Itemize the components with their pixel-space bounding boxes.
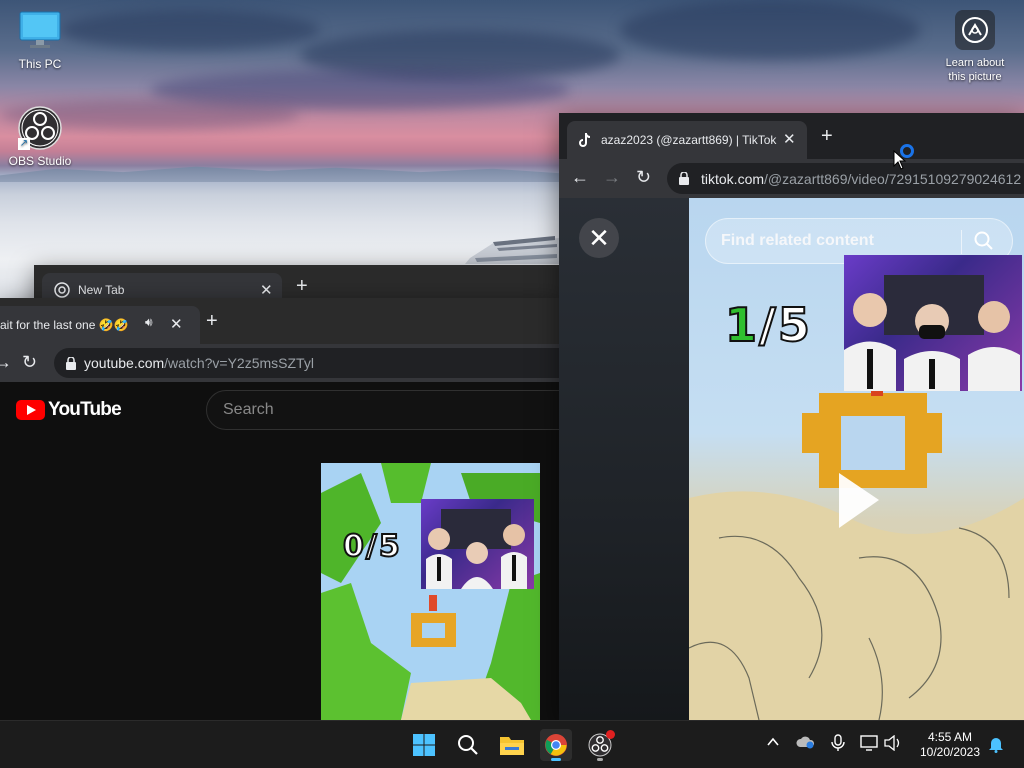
address-bar[interactable]: youtube.com/watch?v=Y2z5msSZTyl bbox=[54, 348, 560, 378]
running-indicator bbox=[597, 758, 603, 761]
system-clock[interactable]: 4:55 AM 10/20/2023 bbox=[912, 730, 988, 760]
mountains bbox=[0, 166, 560, 182]
chrome-window-youtube[interactable]: ait for the last one 🤣🤣 🔊︎ ✕ + → ↻ youtu… bbox=[0, 298, 560, 720]
tiktok-icon bbox=[579, 133, 591, 147]
forward-icon[interactable]: → bbox=[603, 167, 621, 188]
facecam-overlay bbox=[421, 499, 534, 589]
tab-title: azaz2023 (@zazartt869) | TikTok bbox=[601, 133, 777, 147]
lock-icon bbox=[66, 356, 76, 370]
youtube-header: YouTube Search bbox=[0, 382, 560, 438]
speaker-icon[interactable]: 🔊︎ bbox=[145, 315, 153, 330]
reload-icon[interactable]: ↻ bbox=[636, 167, 651, 188]
taskbar: 4:55 AM 10/20/2023 bbox=[0, 720, 1024, 768]
notification-bell-icon[interactable] bbox=[988, 735, 1004, 756]
desktop-icon-label: OBS Studio bbox=[8, 154, 72, 168]
desktop-icon-this-pc[interactable]: This PC bbox=[0, 10, 80, 71]
url-path: /watch?v=Y2z5msSZTyl bbox=[164, 355, 314, 371]
toolbar: → ↻ youtube.com/watch?v=Y2z5msSZTyl bbox=[0, 344, 560, 382]
search-placeholder: Search bbox=[223, 401, 274, 418]
pier-image bbox=[465, 236, 560, 264]
lock-icon bbox=[679, 172, 689, 185]
youtube-search-input[interactable]: Search bbox=[206, 390, 560, 430]
youtube-logo[interactable]: YouTube bbox=[16, 399, 122, 421]
close-tab-button[interactable]: ✕ bbox=[783, 130, 796, 148]
learn-about-picture[interactable]: Learn about this picture bbox=[940, 10, 1010, 84]
mouse-cursor-icon bbox=[893, 150, 907, 170]
clock-time: 4:55 AM bbox=[927, 730, 973, 744]
learn-about-label: Learn about this picture bbox=[945, 57, 1005, 83]
chrome-icon bbox=[545, 734, 567, 756]
video-counter: 0/5 bbox=[342, 528, 402, 565]
volume-icon[interactable] bbox=[884, 734, 902, 754]
start-button[interactable] bbox=[408, 729, 440, 761]
obs-icon: ↗ bbox=[18, 106, 62, 150]
reload-icon[interactable]: ↻ bbox=[22, 352, 37, 373]
network-icon[interactable] bbox=[860, 735, 878, 754]
tiktok-video-player[interactable]: Find related content 1/5 bbox=[689, 198, 1024, 720]
chevron-up-icon[interactable] bbox=[766, 735, 780, 752]
windows-icon bbox=[413, 734, 435, 756]
tab-strip: azaz2023 (@zazartt869) | TikTok ✕ + bbox=[559, 113, 1024, 159]
new-tab-button[interactable]: + bbox=[206, 310, 218, 333]
active-indicator bbox=[551, 758, 561, 761]
tab-strip: ait for the last one 🤣🤣 🔊︎ ✕ + bbox=[0, 298, 560, 344]
youtube-logo-text: YouTube bbox=[48, 399, 122, 420]
recording-badge-icon bbox=[606, 730, 615, 739]
search-placeholder: Find related content bbox=[721, 232, 874, 249]
tiktok-blurred-side bbox=[559, 198, 690, 720]
folder-icon bbox=[500, 737, 524, 755]
youtube-video-player[interactable]: 0/5 bbox=[321, 463, 540, 720]
clock-date: 10/20/2023 bbox=[919, 745, 981, 759]
search-divider bbox=[961, 230, 962, 254]
new-tab-button[interactable]: + bbox=[821, 125, 833, 148]
camera-icon bbox=[955, 10, 995, 50]
chrome-taskbar-button[interactable] bbox=[540, 729, 572, 761]
obs-taskbar-button[interactable] bbox=[584, 729, 616, 761]
file-explorer-button[interactable] bbox=[496, 729, 528, 761]
close-video-button[interactable]: ✕ bbox=[579, 218, 619, 258]
tab-tiktok[interactable]: azaz2023 (@zazartt869) | TikTok ✕ bbox=[567, 121, 807, 159]
forward-icon[interactable]: → bbox=[0, 352, 12, 373]
desktop-icon-obs-studio[interactable]: ↗ OBS Studio bbox=[0, 106, 80, 168]
facecam-overlay bbox=[844, 255, 1022, 391]
toolbar: ← → ↻ tiktok.com/@zazartt869/video/72915… bbox=[559, 159, 1024, 198]
onedrive-icon[interactable] bbox=[796, 735, 816, 752]
microphone-icon[interactable] bbox=[831, 734, 845, 755]
chrome-icon bbox=[54, 282, 70, 298]
new-tab-button[interactable]: + bbox=[296, 275, 308, 298]
monitor-icon bbox=[0, 10, 80, 53]
shortcut-arrow-icon: ↗ bbox=[18, 138, 30, 150]
close-tab-button[interactable]: ✕ bbox=[170, 315, 183, 333]
address-bar[interactable]: tiktok.com/@zazartt869/video/72915109279… bbox=[667, 163, 1024, 194]
chrome-window-tiktok[interactable]: azaz2023 (@zazartt869) | TikTok ✕ + ← → … bbox=[559, 113, 1024, 720]
back-icon[interactable]: ← bbox=[571, 167, 589, 188]
url-path: /@zazartt869/video/72915109279024612 bbox=[764, 170, 1022, 187]
tab-title: New Tab bbox=[78, 283, 125, 297]
youtube-play-icon bbox=[16, 400, 45, 420]
url-host: youtube.com bbox=[84, 355, 165, 371]
video-counter: 1/5 bbox=[724, 297, 812, 353]
search-button[interactable] bbox=[452, 729, 484, 761]
tab-youtube[interactable]: ait for the last one 🤣🤣 🔊︎ ✕ bbox=[0, 306, 200, 344]
close-tab-button[interactable]: ✕ bbox=[260, 281, 273, 299]
url-host: tiktok.com bbox=[701, 170, 765, 187]
tab-title: ait for the last one 🤣🤣 bbox=[0, 318, 129, 332]
desktop-icon-label: This PC bbox=[18, 57, 62, 71]
search-icon[interactable] bbox=[974, 231, 994, 256]
search-icon bbox=[458, 735, 478, 755]
